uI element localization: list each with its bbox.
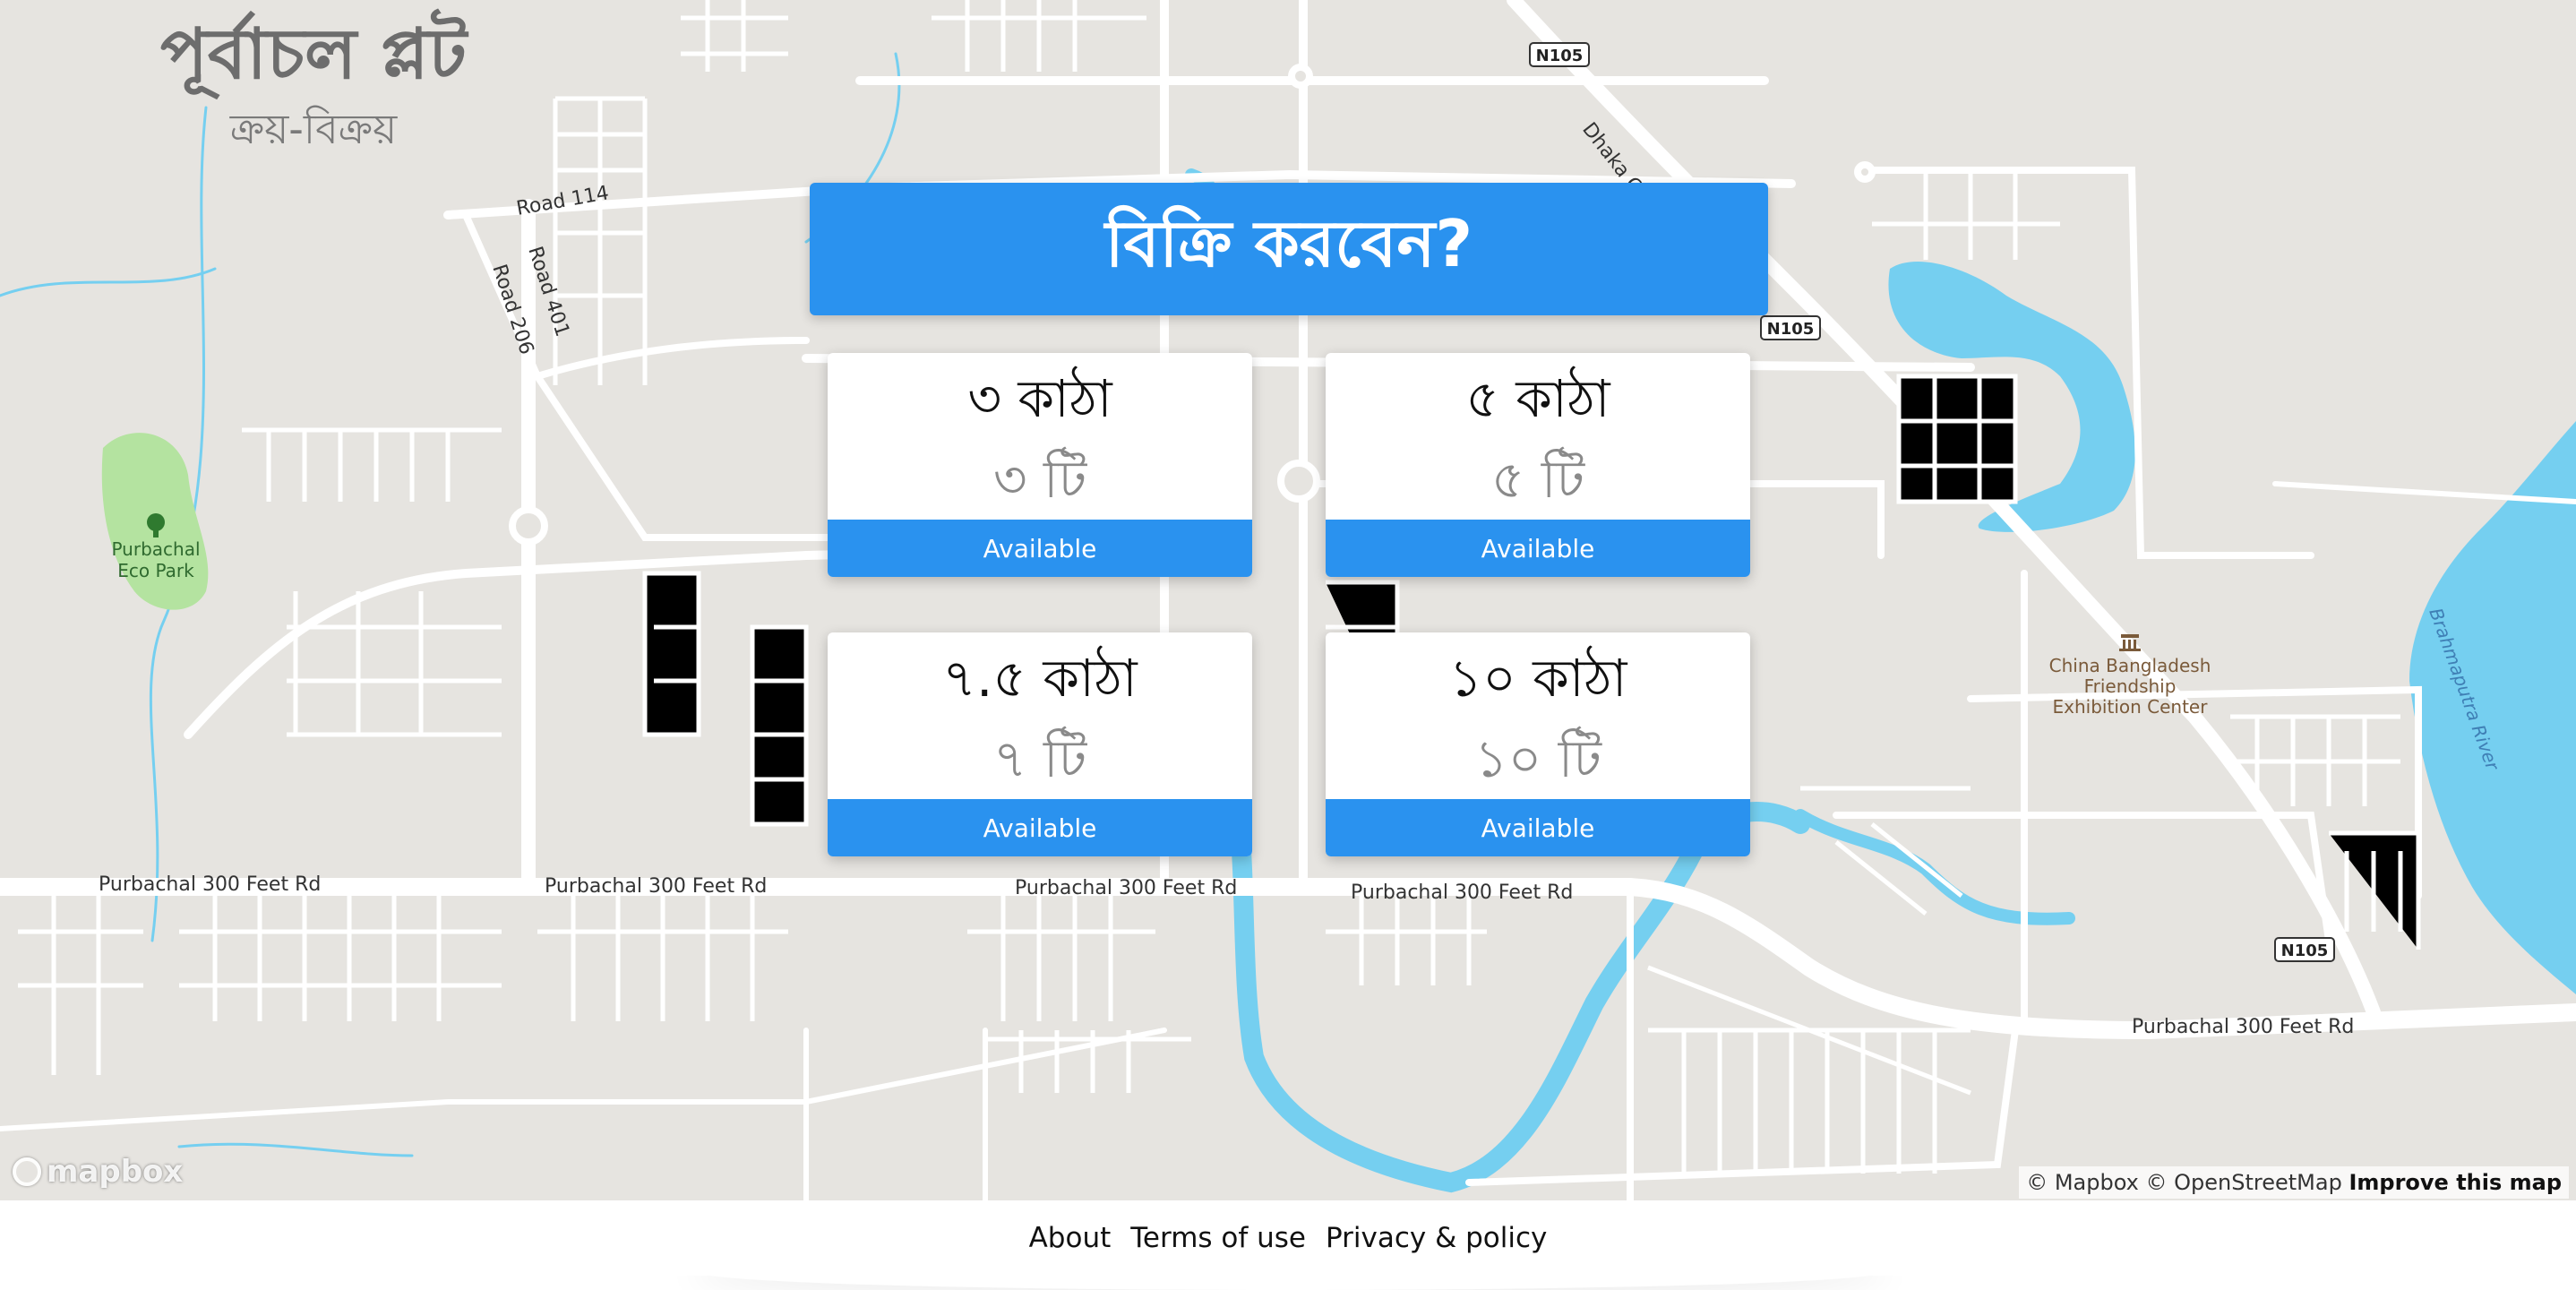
svg-text:N105: N105 (1767, 320, 1815, 339)
about-link[interactable]: About (1029, 1222, 1112, 1254)
map-attribution: © Mapbox © OpenStreetMap Improve this ma… (2019, 1166, 2569, 1199)
road-label: Purbachal 300 Feet Rd (1351, 882, 1573, 904)
terms-link[interactable]: Terms of use (1130, 1222, 1306, 1254)
improve-map-link[interactable]: Improve this map (2348, 1170, 2562, 1195)
map[interactable]: Road 114 Road 401 Road 206 Dhaka City B … (0, 0, 2576, 1200)
poi-label: Exhibition Center (2053, 696, 2209, 718)
plot-size: ৭.৫ কাঠা (942, 648, 1138, 709)
osm-credit-link[interactable]: © OpenStreetMap (2146, 1170, 2342, 1195)
plot-count: ৩ টি (992, 449, 1087, 510)
plot-card[interactable]: ৭.৫ কাঠা ৭ টি Available (828, 632, 1252, 856)
status-button[interactable]: Available (1326, 799, 1750, 856)
road-label: Purbachal 300 Feet Rd (2132, 1016, 2354, 1038)
plot-card[interactable]: ৩ কাঠা ৩ টি Available (828, 353, 1252, 577)
plot-card[interactable]: ১০ কাঠা ১০ টি Available (1326, 632, 1750, 856)
plot-card[interactable]: ৫ কাঠা ৫ টি Available (1326, 353, 1750, 577)
footer: About Terms of use Privacy & policy (0, 1200, 2576, 1276)
svg-text:N105: N105 (1536, 47, 1584, 65)
park-label: Eco Park (117, 560, 194, 581)
sell-button-label: বিক্রি করবেন? (1104, 206, 1473, 281)
plot-size: ৩ কাঠা (967, 368, 1112, 429)
mapbox-credit-link[interactable]: © Mapbox (2026, 1170, 2139, 1195)
brand: পূর্বাচল প্লট ক্রয়-বিক্রয় (152, 16, 475, 167)
road-label: Purbachal 300 Feet Rd (1015, 877, 1237, 899)
map-canvas[interactable]: Road 114 Road 401 Road 206 Dhaka City B … (0, 0, 2576, 1200)
plot-count: ৭ টি (992, 728, 1087, 789)
highway-shield: N105 (2274, 937, 2335, 962)
plot-count: ১০ টি (1474, 728, 1601, 789)
poi-label: Friendship (2084, 675, 2177, 697)
plot-size: ১০ কাঠা (1448, 648, 1627, 709)
sell-button[interactable]: বিক্রি করবেন? (810, 183, 1768, 315)
status-button[interactable]: Available (828, 799, 1252, 856)
road-label: Purbachal 300 Feet Rd (545, 875, 767, 898)
poi-label: China Bangladesh (2049, 655, 2211, 676)
plot-count: ৫ টি (1490, 449, 1585, 510)
plot-size: ৫ কাঠা (1465, 368, 1610, 429)
status-button[interactable]: Available (828, 520, 1252, 577)
mapbox-logo[interactable]: mapbox (13, 1154, 183, 1190)
privacy-link[interactable]: Privacy & policy (1326, 1222, 1547, 1254)
site-subtitle: ক্রয়-বিক্রয় (229, 104, 398, 153)
mapbox-logo-icon (13, 1157, 41, 1186)
site-title: পূর্বাচল প্লট (159, 13, 468, 95)
highway-shield: N105 (1760, 315, 1821, 340)
highway-shield: N105 (1529, 42, 1590, 67)
road-label: Purbachal 300 Feet Rd (99, 873, 321, 896)
road-label: Road 114 (515, 182, 611, 220)
park-label: Purbachal (111, 538, 200, 560)
svg-text:N105: N105 (2281, 942, 2329, 960)
status-button[interactable]: Available (1326, 520, 1750, 577)
mapbox-logo-text: mapbox (47, 1154, 184, 1190)
river-brahmaputra (2409, 421, 2576, 994)
